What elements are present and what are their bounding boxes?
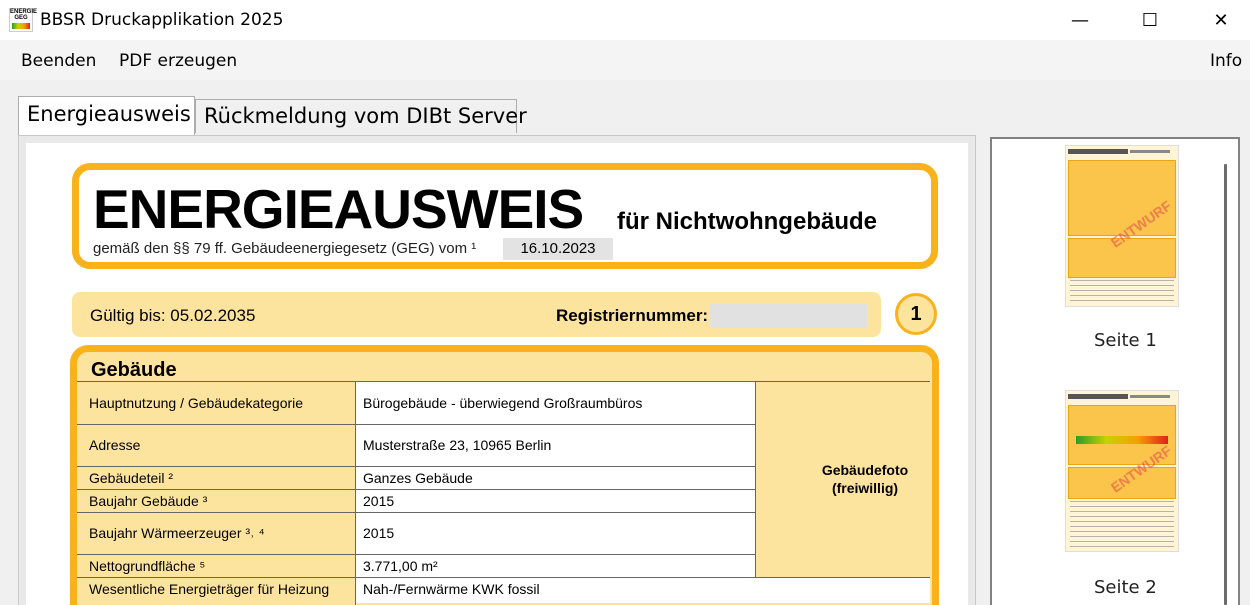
- thumbnail-page-1[interactable]: ENTWURF: [1065, 145, 1179, 307]
- grid-line: [77, 424, 755, 425]
- thumbnail-page-2[interactable]: ENTWURF: [1065, 390, 1179, 552]
- thumbnail-label-page-1[interactable]: Seite 1: [1094, 330, 1157, 351]
- grid-line: [77, 466, 755, 467]
- thumbnail-header: [1068, 394, 1128, 399]
- title-box: ENERGIEAUSWEIS für Nichtwohngebäude gemä…: [72, 163, 938, 269]
- valid-until: Gültig bis: 05.02.2035: [90, 306, 256, 325]
- registration-label: Registriernummer:: [556, 306, 709, 325]
- minimize-button[interactable]: —: [1057, 0, 1103, 40]
- menu-info[interactable]: Info: [1210, 51, 1242, 71]
- row-label-adresse: Adresse: [89, 437, 141, 453]
- photo-optional-label: (freiwillig): [831, 480, 899, 496]
- grid-line: [77, 577, 930, 578]
- row-value-hauptnutzung: Bürogebäude - überwiegend Großraumbüros: [363, 395, 643, 411]
- tab-energieausweis[interactable]: Energieausweis: [18, 96, 195, 136]
- document-page: ENERGIEAUSWEIS für Nichtwohngebäude gemä…: [26, 143, 968, 605]
- validity-bar: Gültig bis: 05.02.2035 Registriernummer:: [72, 292, 881, 337]
- thumbnail-scrollbar[interactable]: [1224, 164, 1227, 605]
- row-label-gebaeudeteil: Gebäudeteil ²: [89, 470, 174, 486]
- app-icon: ENERGIE GEG: [9, 8, 37, 32]
- date-field: 16.10.2023: [503, 238, 613, 260]
- thumbnail-text-lines: [1070, 280, 1174, 302]
- registration-field: [709, 304, 867, 328]
- building-section-title: Gebäude: [91, 359, 177, 381]
- document-title: ENERGIEAUSWEIS: [93, 178, 584, 240]
- app-icon-text: ENERGIE GEG: [10, 9, 38, 21]
- grid-line: [755, 381, 756, 577]
- window-title: BBSR Druckapplikation 2025: [40, 10, 284, 30]
- row-value-baujahr-gebaeude: 2015: [363, 493, 395, 509]
- thumbnail-header: [1130, 150, 1170, 153]
- row-label-energietraeger: Wesentliche Energieträger für Heizung: [89, 581, 330, 597]
- row-value-energietraeger: Nah-/Fernwärme KWK fossil: [363, 581, 540, 597]
- row-value-adresse: Musterstraße 23, 10965 Berlin: [363, 437, 552, 453]
- thumbnail-text-lines: [1070, 501, 1174, 547]
- thumbnail-block: [1068, 160, 1176, 236]
- page-number-badge: 1: [895, 293, 937, 335]
- energy-scale-icon: [12, 23, 30, 29]
- grid-line: [77, 489, 755, 490]
- tab-rueckmeldung[interactable]: Rückmeldung vom DIBt Server: [195, 99, 527, 133]
- thumbnail-header: [1130, 395, 1170, 398]
- title-bar: ENERGIE GEG BBSR Druckapplikation 2025 —…: [0, 0, 1250, 40]
- row-label-baujahr-waermeerzeuger: Baujahr Wärmeerzeuger ³˒ ⁴: [89, 525, 265, 541]
- document-subtitle: für Nichtwohngebäude: [617, 208, 877, 235]
- close-button[interactable]: ✕: [1198, 0, 1244, 40]
- row-value-gebaeudeteil: Ganzes Gebäude: [363, 470, 473, 486]
- menu-beenden[interactable]: Beenden: [21, 51, 96, 71]
- thumbnail-label-page-2[interactable]: Seite 2: [1094, 577, 1157, 598]
- grid-line: [77, 554, 755, 555]
- grid-line: [77, 381, 930, 382]
- row-value-nettogrundflaeche: 3.771,00 m²: [363, 558, 438, 574]
- legal-reference: gemäß den §§ 79 ff. Gebäudeenergiegesetz…: [93, 240, 477, 257]
- energy-scale-thumbnail: [1076, 436, 1168, 444]
- photo-label: Gebäudefoto: [821, 462, 909, 478]
- thumbnail-header: [1068, 149, 1128, 154]
- row-value-baujahr-waermeerzeuger: 2015: [363, 525, 395, 541]
- grid-line: [355, 381, 356, 605]
- menu-pdf-erzeugen[interactable]: PDF erzeugen: [119, 51, 237, 71]
- row-label-hauptnutzung: Hauptnutzung / Gebäudekategorie: [89, 395, 304, 411]
- row-label-nettogrundflaeche: Nettogrundfläche ⁵: [89, 558, 206, 574]
- building-photo-placeholder: Gebäudefoto (freiwillig): [796, 461, 934, 497]
- maximize-button[interactable]: ☐: [1127, 0, 1173, 40]
- grid-line: [77, 512, 755, 513]
- row-label-baujahr-gebaeude: Baujahr Gebäude ³: [89, 493, 208, 509]
- menu-bar: Beenden PDF erzeugen Info: [0, 40, 1250, 80]
